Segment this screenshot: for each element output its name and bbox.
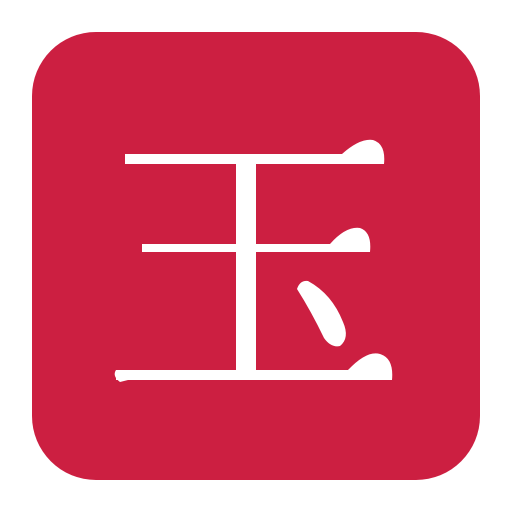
app-icon[interactable]: 玉 [32, 32, 480, 480]
jade-character-icon: 玉 [32, 32, 480, 480]
glyph-vertical-stroke [236, 160, 256, 370]
